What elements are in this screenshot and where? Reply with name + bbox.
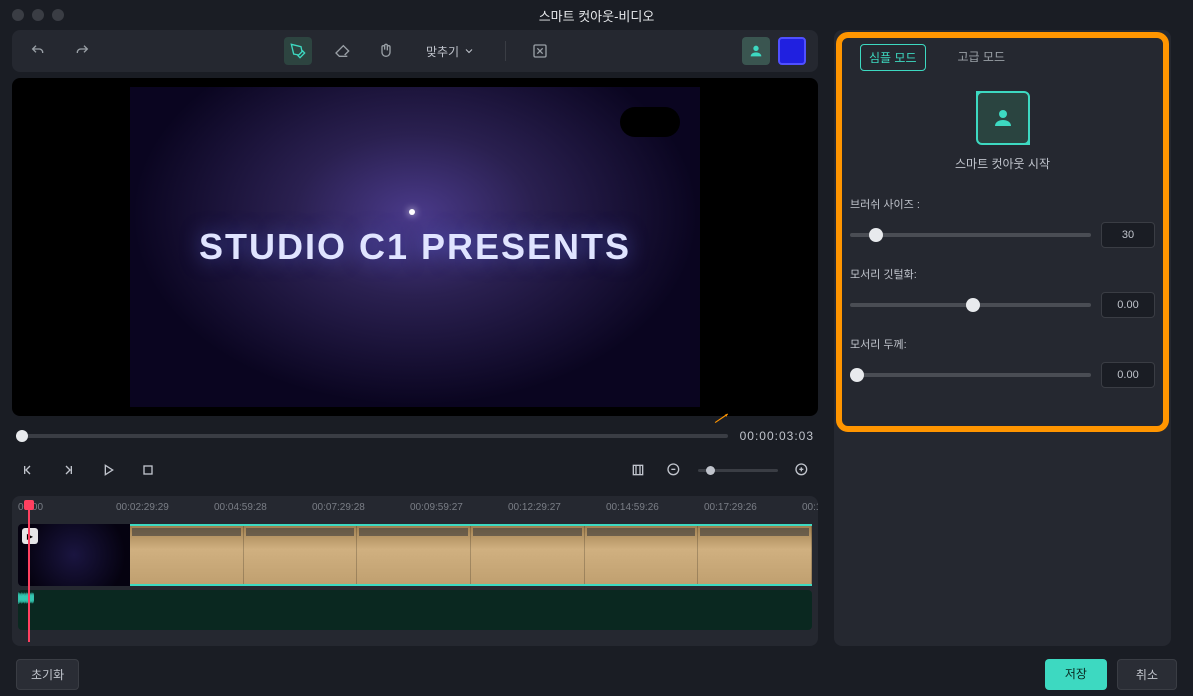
arrow-annotation [714, 410, 730, 426]
brush-size-slider[interactable] [850, 233, 1091, 237]
edge-feather-slider[interactable] [850, 303, 1091, 307]
edge-feather-label: 모서리 깃털화: [850, 266, 1155, 282]
redo-button[interactable] [68, 37, 96, 65]
close-window[interactable] [12, 9, 24, 21]
play-icon: ▶ [22, 528, 38, 544]
footer-bar: 초기화 저장 취소 [0, 652, 1193, 696]
minimize-window[interactable] [32, 9, 44, 21]
person-detect-button[interactable] [742, 37, 770, 65]
scrubber-handle[interactable] [16, 430, 28, 442]
stop-button[interactable] [136, 458, 160, 482]
zoom-out-button[interactable] [662, 458, 686, 482]
cancel-button[interactable]: 취소 [1117, 659, 1177, 690]
time-display: 00:00:03:03 [740, 429, 814, 443]
time-ruler: 00:00 00:02:29:29 00:04:59:28 00:07:29:2… [12, 502, 818, 522]
smart-cutout-start-button[interactable] [976, 91, 1030, 145]
edge-thickness-slider[interactable] [850, 373, 1091, 377]
maximize-window[interactable] [52, 9, 64, 21]
play-button[interactable] [96, 458, 120, 482]
tab-simple-mode[interactable]: 심플 모드 [860, 44, 926, 71]
edge-thickness-label: 모서리 두께: [850, 336, 1155, 352]
toolbar: 맞추기 [12, 30, 818, 72]
zoom-in-button[interactable] [790, 458, 814, 482]
next-frame-button[interactable] [56, 458, 80, 482]
crop-button[interactable] [626, 458, 650, 482]
timeline[interactable]: 00:00 00:02:29:29 00:04:59:28 00:07:29:2… [12, 496, 818, 646]
undo-button[interactable] [24, 37, 52, 65]
prev-frame-button[interactable] [16, 458, 40, 482]
edge-feather-value[interactable]: 0.00 [1101, 292, 1155, 318]
video-track[interactable]: ▶ [18, 524, 812, 586]
window-title: 스마트 컷아웃-비디오 [539, 6, 655, 25]
video-preview: STUDIO C1 PRESENTS [12, 78, 818, 416]
video-frame-text: STUDIO C1 PRESENTS [199, 226, 631, 268]
zoom-slider[interactable] [698, 469, 778, 472]
background-color-button[interactable] [778, 37, 806, 65]
playhead[interactable] [28, 500, 30, 642]
playback-scrubber[interactable] [16, 434, 728, 438]
edge-thickness-value[interactable]: 0.00 [1101, 362, 1155, 388]
save-button[interactable]: 저장 [1045, 659, 1107, 690]
fit-label: 맞추기 [426, 43, 459, 60]
cutout-start-label: 스마트 컷아웃 시작 [955, 155, 1050, 172]
tab-advanced-mode[interactable]: 고급 모드 [950, 44, 1014, 71]
brush-size-value[interactable]: 30 [1101, 222, 1155, 248]
brush-size-label: 브러쉬 사이즈 : [850, 196, 1155, 212]
brush-tool[interactable] [284, 37, 312, 65]
compare-button[interactable] [526, 37, 554, 65]
reset-button[interactable]: 초기화 [16, 659, 79, 690]
hand-tool[interactable] [372, 37, 400, 65]
audio-track[interactable] [18, 590, 812, 630]
titlebar: 스마트 컷아웃-비디오 [0, 0, 1193, 30]
zoom-fit-dropdown[interactable]: 맞추기 [416, 39, 485, 64]
eraser-tool[interactable] [328, 37, 356, 65]
settings-panel: 심플 모드 고급 모드 스마트 컷아웃 시작 브러쉬 사이즈 : 30 모서리 … [834, 30, 1171, 646]
